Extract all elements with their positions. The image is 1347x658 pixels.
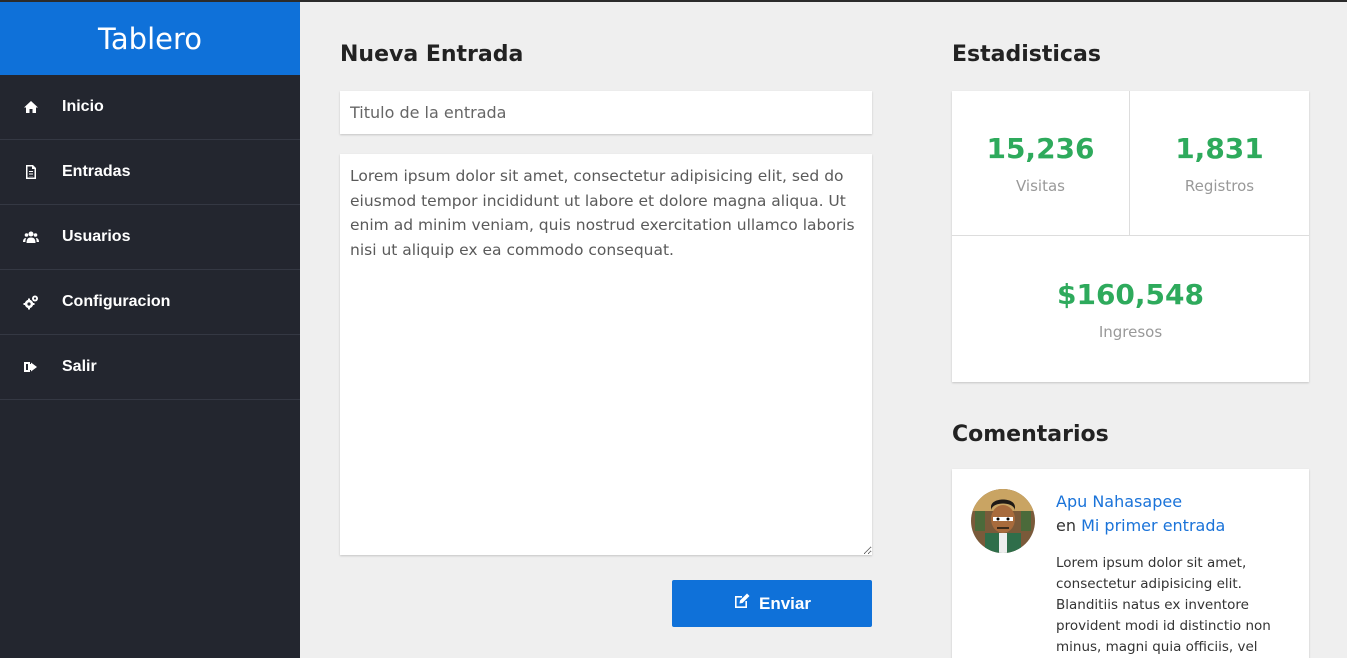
sidebar-item-label: Salir bbox=[62, 358, 97, 375]
stats-heading: Estadisticas bbox=[952, 42, 1101, 67]
brand-title[interactable]: Tablero bbox=[0, 2, 300, 75]
sidebar-item-entradas[interactable]: Entradas bbox=[0, 140, 300, 205]
sign-out-icon bbox=[0, 359, 62, 375]
sidebar-item-label: Configuracion bbox=[62, 293, 171, 310]
sidebar-item-label: Entradas bbox=[62, 163, 131, 180]
stat-income-value: $160,548 bbox=[1056, 277, 1204, 311]
sidebar-item-label: Usuarios bbox=[62, 228, 131, 245]
comment-entry-link[interactable]: Mi primer entrada bbox=[1081, 516, 1225, 535]
stat-visits-value: 15,236 bbox=[986, 131, 1095, 165]
comment-prefix: en bbox=[1056, 516, 1076, 535]
stat-visits-label: Visitas bbox=[1016, 176, 1065, 195]
stat-visits: 15,236 Visitas bbox=[952, 91, 1130, 236]
comment-meta: Apu Nahasapee en Mi primer entrada bbox=[1056, 490, 1225, 538]
comments-heading: Comentarios bbox=[952, 422, 1109, 447]
users-icon bbox=[0, 229, 62, 245]
stats-card: 15,236 Visitas 1,831 Registros $160,548 … bbox=[952, 91, 1309, 382]
edit-icon bbox=[733, 592, 751, 615]
avatar bbox=[971, 489, 1035, 553]
new-entry-heading: Nueva Entrada bbox=[340, 42, 524, 67]
entry-body-textarea[interactable]: Lorem ipsum dolor sit amet, consectetur … bbox=[340, 154, 872, 555]
send-button[interactable]: Enviar bbox=[672, 580, 872, 627]
stat-income-label: Ingresos bbox=[1098, 322, 1163, 341]
sidebar: Tablero Inicio Entradas Usuarios Configu… bbox=[0, 2, 300, 658]
entry-title-input[interactable] bbox=[340, 91, 872, 134]
comment-author-link[interactable]: Apu Nahasapee bbox=[1056, 492, 1182, 511]
sidebar-item-configuracion[interactable]: Configuracion bbox=[0, 270, 300, 335]
stat-registrations-value: 1,831 bbox=[1175, 131, 1264, 165]
stat-registrations: 1,831 Registros bbox=[1130, 91, 1309, 236]
document-icon bbox=[0, 164, 62, 180]
comment-item: Apu Nahasapee en Mi primer entrada Lorem… bbox=[952, 469, 1309, 658]
sidebar-item-usuarios[interactable]: Usuarios bbox=[0, 205, 300, 270]
comment-text: Lorem ipsum dolor sit amet, consectetur … bbox=[1056, 555, 1271, 655]
sidebar-item-inicio[interactable]: Inicio bbox=[0, 75, 300, 140]
stat-registrations-label: Registros bbox=[1184, 176, 1255, 195]
stat-income: $160,548 Ingresos bbox=[952, 236, 1309, 382]
home-icon bbox=[0, 99, 62, 115]
send-button-label: Enviar bbox=[759, 593, 811, 613]
sidebar-item-label: Inicio bbox=[62, 98, 104, 115]
sidebar-item-salir[interactable]: Salir bbox=[0, 335, 300, 400]
cogs-icon bbox=[0, 294, 62, 310]
